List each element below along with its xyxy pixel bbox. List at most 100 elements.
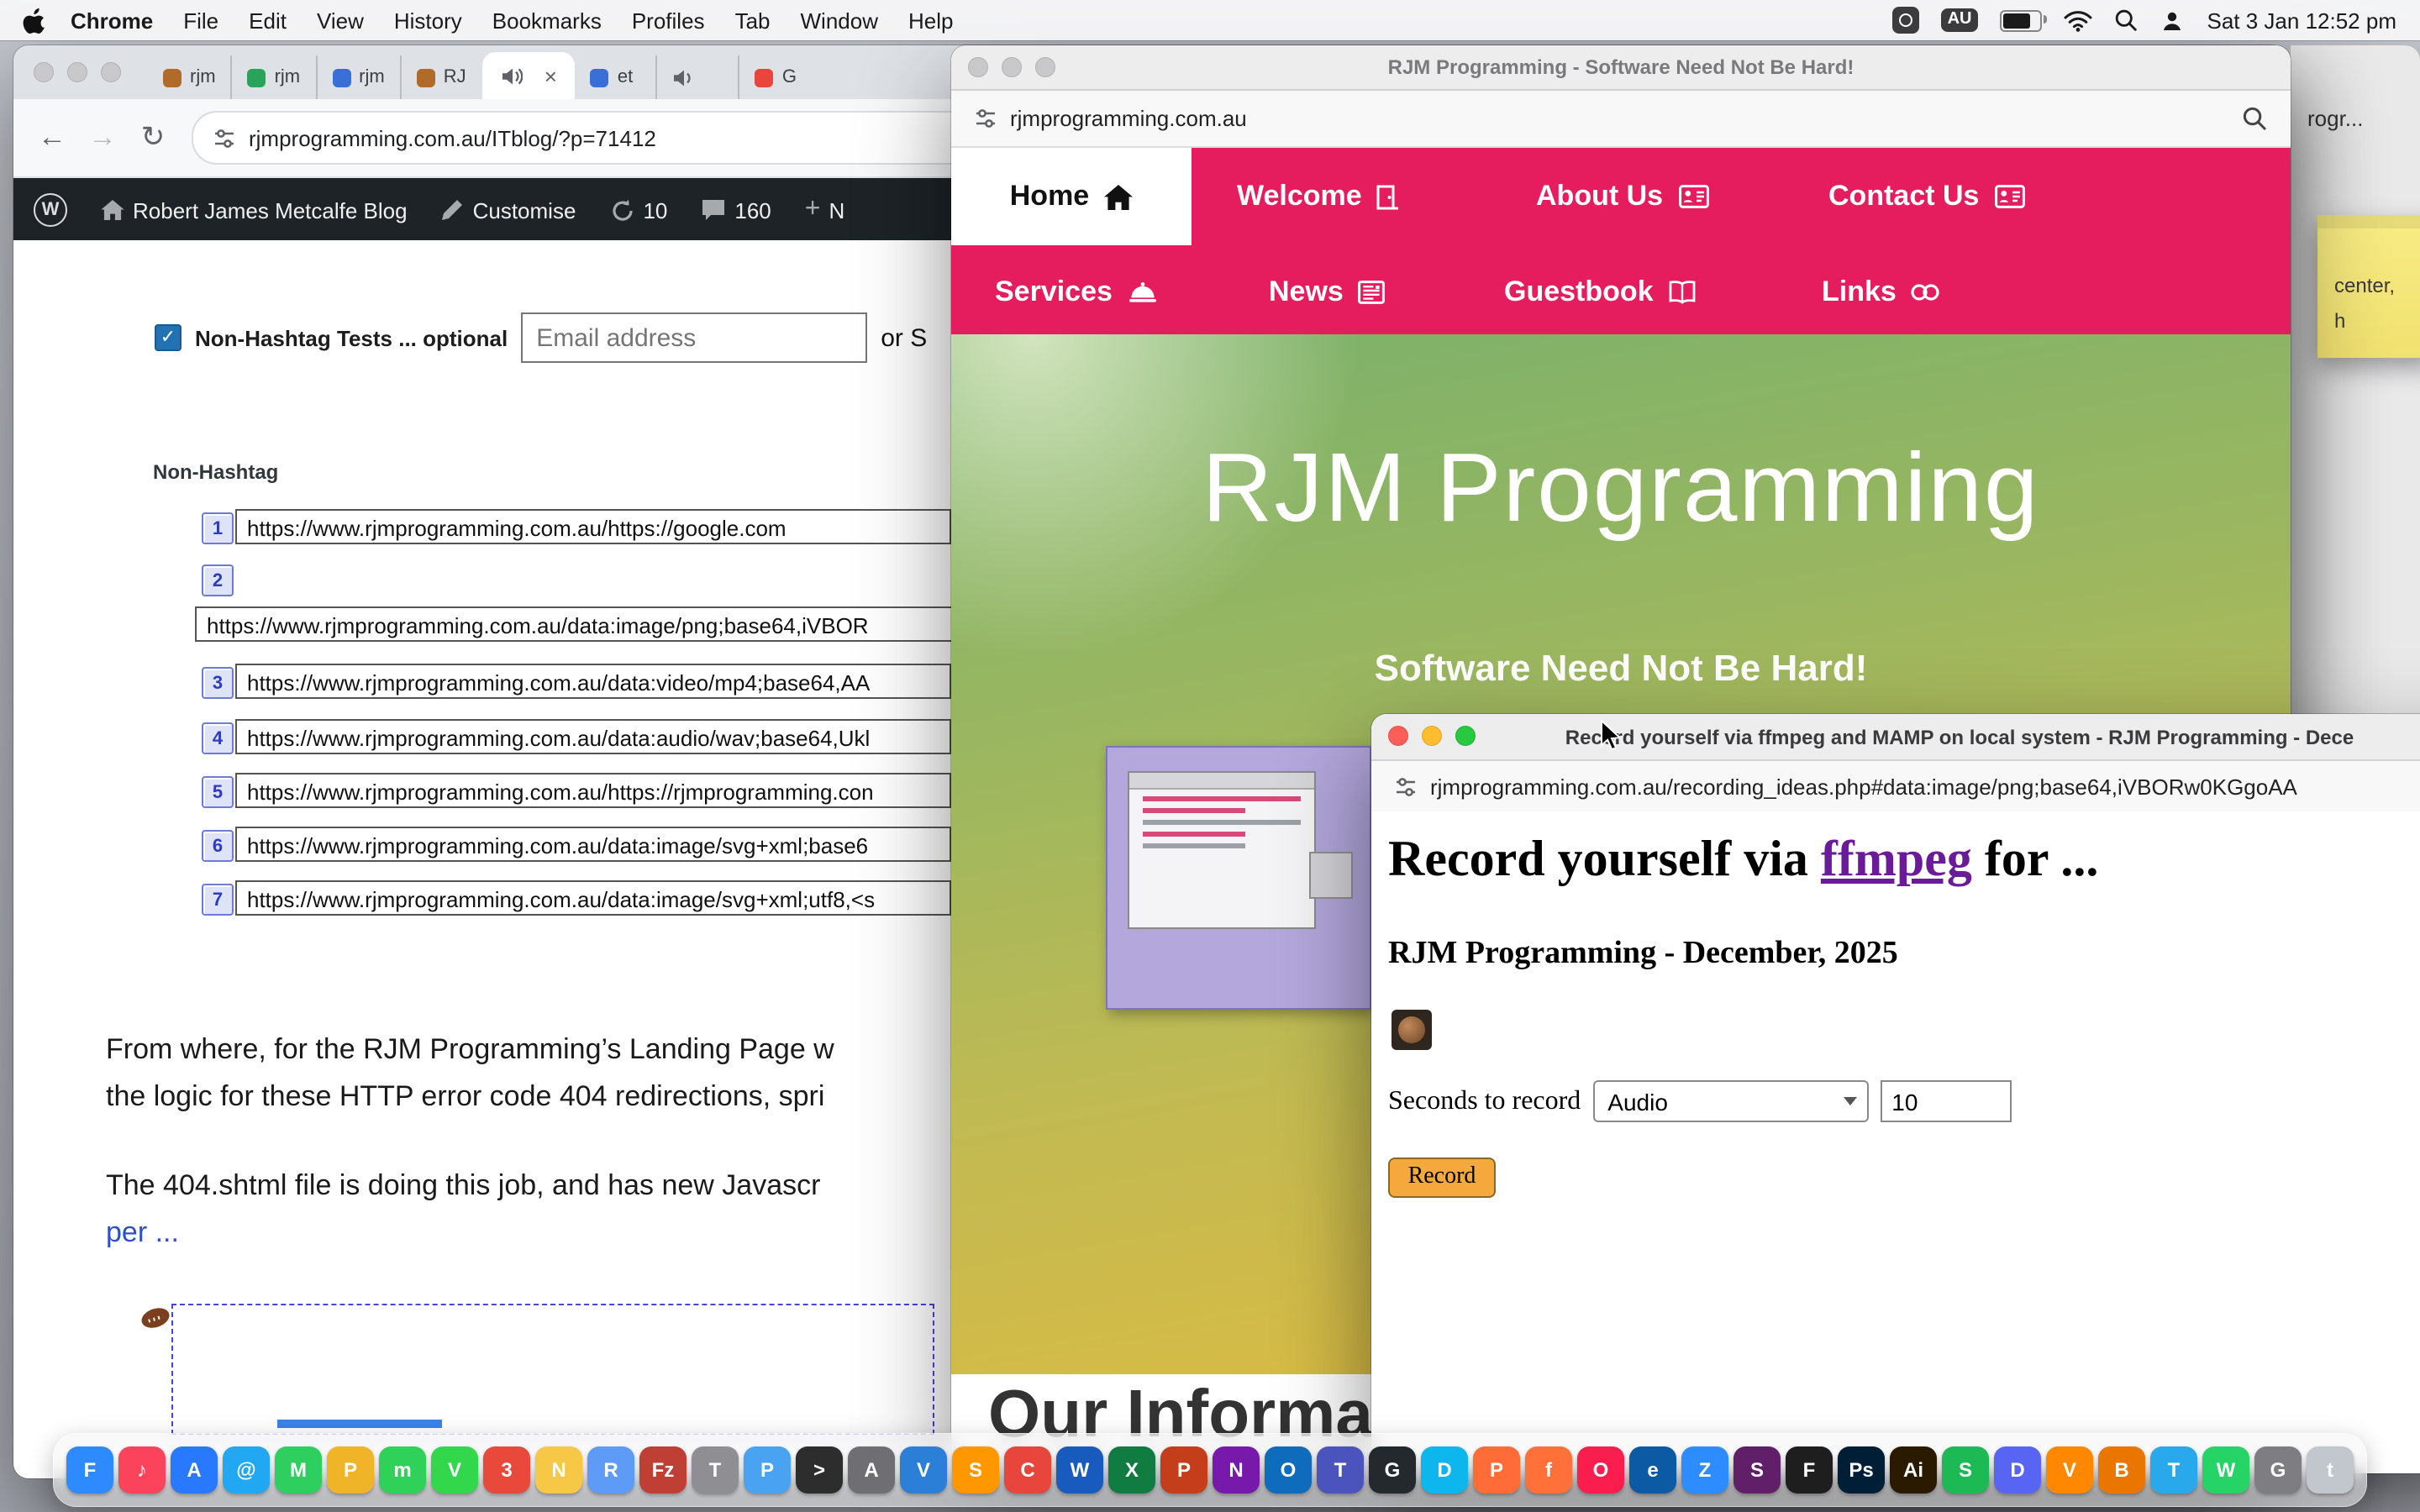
browser-tab[interactable]: rjm — [231, 55, 316, 99]
dock-icon[interactable]: A — [848, 1446, 895, 1494]
dock-icon[interactable]: Z — [1681, 1446, 1728, 1494]
dock-icon[interactable]: P — [1160, 1446, 1207, 1494]
dock-icon[interactable]: R — [587, 1446, 634, 1494]
dock-icon[interactable]: O — [1577, 1446, 1624, 1494]
menu-item[interactable]: View — [302, 8, 379, 33]
dock-icon[interactable]: P — [327, 1446, 374, 1494]
url-field[interactable]: https://www.rjmprogramming.com.au/https:… — [235, 773, 951, 808]
dock-icon[interactable]: F — [66, 1446, 113, 1494]
row-number-chip[interactable]: 4 — [202, 722, 234, 754]
search-icon[interactable] — [2242, 106, 2267, 131]
back-button[interactable]: ← — [30, 121, 74, 155]
dock-icon[interactable]: t — [2307, 1446, 2354, 1494]
minimize-window-button[interactable] — [67, 62, 87, 82]
url-field[interactable]: https://www.rjmprogramming.com.au/data:a… — [235, 719, 951, 754]
zoom-window-button[interactable] — [1035, 57, 1055, 77]
site-settings-icon[interactable] — [975, 108, 997, 129]
dock-icon[interactable]: T — [692, 1446, 739, 1494]
nav-about-us[interactable]: About Us — [1536, 148, 1708, 245]
dock-icon[interactable]: A — [171, 1446, 218, 1494]
nav-contact-us[interactable]: Contact Us — [1828, 148, 2024, 245]
ffmpeg-link[interactable]: ffmpeg — [1821, 832, 1972, 887]
dock-icon[interactable]: T — [1317, 1446, 1364, 1494]
active-browser-tab[interactable]: × — [482, 52, 576, 99]
record-button[interactable]: Record — [1388, 1158, 1496, 1198]
row-number-chip[interactable]: 3 — [202, 667, 234, 699]
dock-icon[interactable]: W — [2202, 1446, 2249, 1494]
dock-icon[interactable]: M — [275, 1446, 322, 1494]
dock-icon[interactable]: m — [379, 1446, 426, 1494]
wp-comments[interactable]: 160 — [701, 197, 771, 223]
dock-icon[interactable]: C — [1004, 1446, 1051, 1494]
menu-item[interactable]: History — [379, 8, 477, 33]
menu-item[interactable]: Window — [786, 8, 894, 33]
dock-icon[interactable]: V — [2046, 1446, 2093, 1494]
dock-icon[interactable]: S — [1942, 1446, 1989, 1494]
menu-item[interactable]: Help — [893, 8, 969, 33]
url-field[interactable]: https://www.rjmprogramming.com.au/data:v… — [235, 664, 951, 699]
menu-item[interactable]: Tab — [720, 8, 786, 33]
dock-icon[interactable]: B — [2098, 1446, 2145, 1494]
wordpress-logo-icon[interactable]: W — [34, 193, 67, 227]
email-input[interactable] — [521, 312, 867, 363]
dock-icon[interactable]: G — [1369, 1446, 1416, 1494]
dock-icon[interactable]: T — [2150, 1446, 2197, 1494]
zoom-window-button[interactable] — [101, 62, 121, 82]
nav-home[interactable]: Home — [951, 148, 1192, 245]
close-window-button[interactable] — [1388, 726, 1408, 746]
record-type-select[interactable]: Audio — [1592, 1080, 1868, 1122]
wp-updates[interactable]: 10 — [609, 197, 667, 223]
dock-icon[interactable]: V — [431, 1446, 478, 1494]
dock-icon[interactable]: S — [952, 1446, 999, 1494]
dock-icon[interactable]: S — [1733, 1446, 1781, 1494]
dock-icon[interactable]: 3 — [483, 1446, 530, 1494]
checkbox-checked[interactable]: ✓ — [155, 324, 182, 351]
minimize-window-button[interactable] — [1002, 57, 1022, 77]
dock-icon[interactable]: Ai — [1890, 1446, 1937, 1494]
menu-item[interactable]: Edit — [234, 8, 302, 33]
blog-link[interactable]: per ... — [106, 1216, 179, 1248]
browser-tab[interactable]: G — [739, 55, 821, 99]
menu-bar-clock[interactable]: Sat 3 Jan 12:52 pm — [2207, 8, 2397, 33]
dock-icon[interactable]: e — [1629, 1446, 1676, 1494]
menu-item[interactable]: Profiles — [617, 8, 720, 33]
site-settings-icon[interactable] — [213, 127, 235, 149]
window-controls[interactable] — [34, 62, 121, 82]
dock-icon[interactable]: P — [1473, 1446, 1520, 1494]
dock-icon[interactable]: N — [535, 1446, 582, 1494]
browser-tab[interactable]: rjm — [148, 55, 231, 99]
apple-menu-icon[interactable] — [24, 8, 45, 33]
close-window-button[interactable] — [968, 57, 988, 77]
dock-icon[interactable]: ♪ — [118, 1446, 166, 1494]
wifi-icon[interactable] — [2065, 9, 2093, 31]
url-field[interactable]: https://www.rjmprogramming.com.au/data:i… — [235, 880, 951, 916]
dock-icon[interactable]: @ — [223, 1446, 270, 1494]
menubar-status-icon[interactable] — [1892, 7, 1919, 34]
wp-customise[interactable]: Customise — [441, 197, 576, 223]
menu-item[interactable]: Bookmarks — [477, 8, 617, 33]
forward-button[interactable]: → — [81, 121, 124, 155]
window-controls[interactable] — [1388, 726, 1476, 746]
dock-icon[interactable]: D — [1421, 1446, 1468, 1494]
row-number-chip[interactable]: 6 — [202, 830, 234, 862]
dock-icon[interactable]: D — [1994, 1446, 2041, 1494]
dock-icon[interactable]: Ps — [1838, 1446, 1885, 1494]
dock-icon[interactable]: > — [796, 1446, 843, 1494]
wp-new[interactable]: + N — [805, 195, 844, 225]
row-number-chip[interactable]: 5 — [202, 776, 234, 808]
close-window-button[interactable] — [34, 62, 54, 82]
address-bar[interactable]: rjmprogramming.com.au/recording_ideas.ph… — [1371, 761, 2420, 815]
minimize-window-button[interactable] — [1422, 726, 1442, 746]
menu-item[interactable]: Chrome — [55, 8, 168, 33]
dock-icon[interactable]: G — [2254, 1446, 2302, 1494]
battery-icon[interactable] — [2001, 9, 2043, 31]
address-bar[interactable]: rjmprogramming.com.au — [951, 91, 2291, 148]
row-number-chip[interactable]: 2 — [202, 564, 234, 596]
browser-tab[interactable] — [656, 55, 739, 99]
user-switch-icon[interactable] — [2160, 8, 2186, 33]
menu-item[interactable]: File — [168, 8, 234, 33]
nav-welcome[interactable]: Welcome — [1237, 148, 1401, 245]
row-number-chip[interactable]: 7 — [202, 884, 234, 916]
url-field[interactable]: https://www.rjmprogramming.com.au/https:… — [235, 509, 951, 544]
dock-icon[interactable]: X — [1108, 1446, 1155, 1494]
